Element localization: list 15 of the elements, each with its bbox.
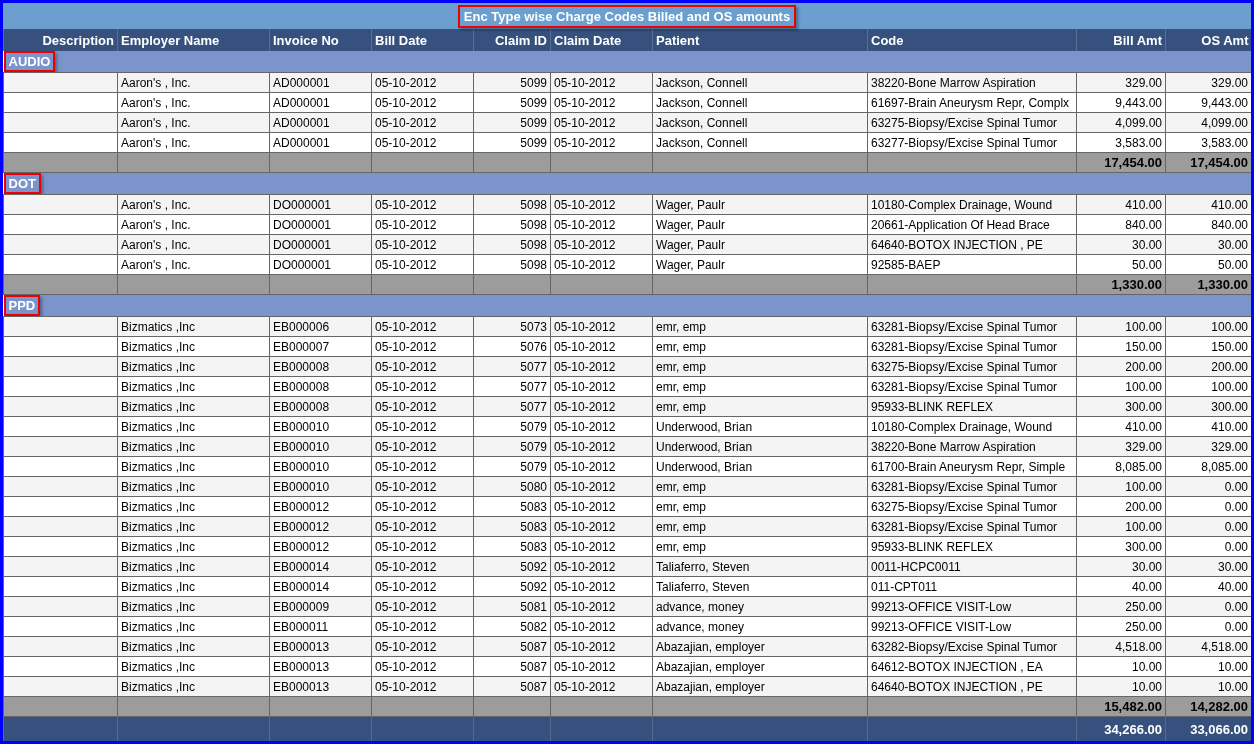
group-label: PPD [3,295,41,316]
group-label: AUDIO [3,51,56,72]
column-header[interactable]: Invoice No [269,29,372,51]
column-header[interactable]: Claim ID [473,29,551,51]
column-header[interactable]: Bill Date [371,29,474,51]
group-label: DOT [3,173,41,194]
column-header[interactable]: Patient [652,29,868,51]
column-header[interactable]: Description [3,29,118,51]
column-header[interactable]: Claim Date [550,29,653,51]
report-title: Enc Type wise Charge Codes Billed and OS amounts [457,4,797,28]
grand-total-cell: 34,266.00 [1076,716,1166,741]
column-header[interactable]: OS Amt [1165,29,1251,51]
column-header[interactable]: Employer Name [117,29,270,51]
column-header[interactable]: Bill Amt [1076,29,1166,51]
column-header[interactable]: Code [867,29,1077,51]
